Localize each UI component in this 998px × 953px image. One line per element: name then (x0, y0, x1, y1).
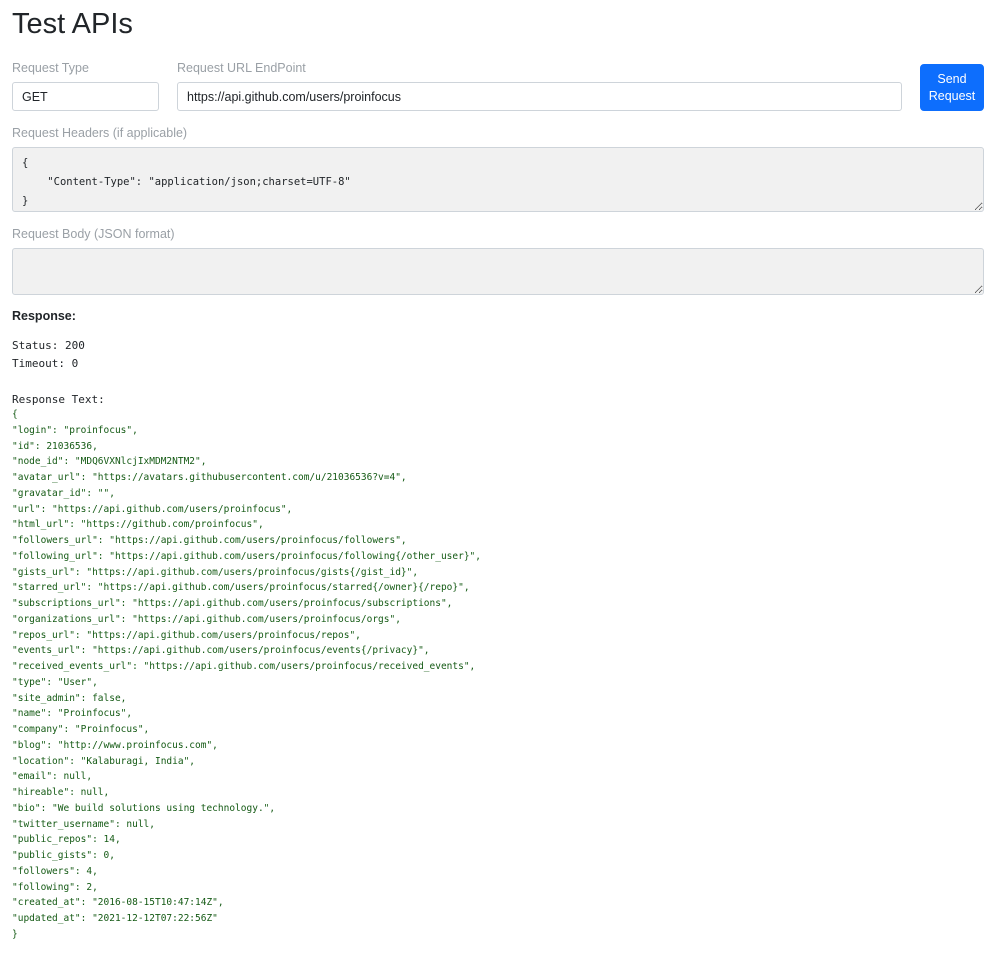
response-heading: Response: (12, 309, 76, 323)
url-input[interactable] (177, 82, 902, 111)
headers-textarea[interactable]: { "Content-Type": "application/json;char… (12, 147, 984, 212)
request-type-input[interactable] (12, 82, 159, 111)
headers-label: Request Headers (if applicable) (12, 126, 188, 140)
response-json: { "login": "proinfocus", "id": 21036536,… (12, 409, 481, 940)
url-label: Request URL EndPoint (177, 61, 306, 75)
page-title: Test APIs (12, 8, 133, 40)
body-textarea[interactable] (12, 248, 984, 295)
response-status: Status: 200 (12, 339, 85, 352)
send-request-button[interactable]: Send Request (920, 64, 984, 111)
request-type-label: Request Type (12, 61, 89, 75)
response-timeout: Timeout: 0 (12, 357, 79, 370)
body-label: Request Body (JSON format) (12, 227, 175, 241)
